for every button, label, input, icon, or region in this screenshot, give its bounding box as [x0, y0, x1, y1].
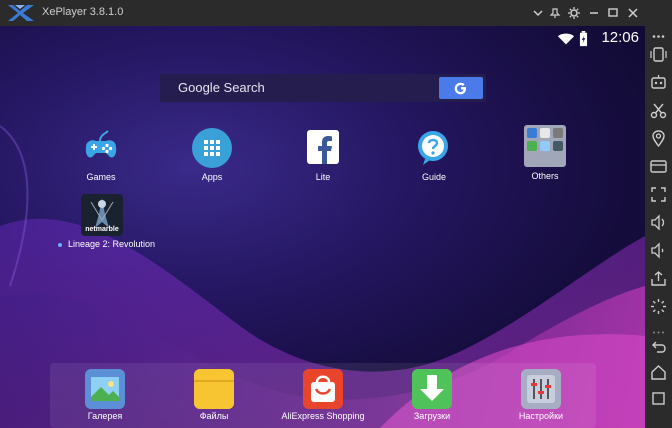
downloads-icon	[412, 369, 452, 409]
folder-icon	[523, 124, 567, 168]
apk-install-icon[interactable]	[648, 156, 669, 177]
dock-gallery[interactable]: Галерея	[60, 369, 150, 421]
separator-dots-icon	[648, 322, 669, 334]
shake-icon[interactable]	[648, 44, 669, 65]
netmarble-icon: netmarble	[81, 194, 123, 236]
gear-icon[interactable]	[566, 5, 582, 21]
volume-up-icon[interactable]	[648, 212, 669, 233]
gallery-icon	[85, 369, 125, 409]
app-apps[interactable]: Apps	[172, 127, 252, 182]
share-upload-icon[interactable]	[648, 268, 669, 289]
dock-label: Настройки	[518, 411, 564, 421]
fullscreen-icon[interactable]	[648, 184, 669, 205]
app-label: Apps	[201, 172, 223, 182]
xeplayer-logo-icon	[6, 4, 36, 22]
minimize-icon[interactable]	[586, 5, 602, 21]
app-games[interactable]: Games	[61, 127, 141, 182]
window-title: XePlayer 3.8.1.0	[42, 6, 124, 18]
keyboard-control-icon[interactable]	[648, 72, 669, 93]
back-icon[interactable]	[648, 336, 669, 357]
gamepad-icon	[80, 127, 122, 169]
maximize-icon[interactable]	[605, 5, 621, 21]
emulator-sidebar	[645, 26, 672, 428]
app-label: Lite	[315, 172, 331, 182]
app-guide[interactable]: Guide	[394, 127, 474, 182]
app-grid-icon	[191, 127, 233, 169]
battery-icon	[579, 31, 588, 47]
help-icon	[413, 127, 455, 169]
dock-label: Галерея	[87, 411, 123, 421]
location-icon[interactable]	[648, 128, 669, 149]
volume-down-icon[interactable]	[648, 240, 669, 261]
app-label: Games	[86, 172, 116, 182]
app-others[interactable]: Others	[505, 124, 585, 181]
dock-aliexpress[interactable]: AliExpress Shopping	[278, 369, 368, 421]
app-lineage2[interactable]: netmarble Lineage 2: Revolution	[58, 194, 155, 249]
settings-icon	[521, 369, 561, 409]
pin-icon[interactable]	[547, 5, 563, 21]
dock-downloads[interactable]: Загрузки	[387, 369, 477, 421]
status-bar: 12:06	[545, 28, 645, 48]
app-lite[interactable]: Lite	[283, 127, 363, 182]
google-search-bar[interactable]: Google Search	[160, 74, 486, 102]
app-label: Others	[531, 171, 559, 181]
new-app-dot	[58, 242, 62, 247]
files-icon	[194, 369, 234, 409]
dock-files[interactable]: Файлы	[169, 369, 259, 421]
home-icon[interactable]	[648, 362, 669, 383]
close-icon[interactable]	[625, 5, 641, 21]
dock: Галерея Файлы AliExpress Shopping Загруз…	[50, 363, 596, 428]
dock-settings[interactable]: Настройки	[496, 369, 586, 421]
screenshot-scissors-icon[interactable]	[648, 100, 669, 121]
title-bar: XePlayer 3.8.1.0	[0, 0, 672, 26]
android-screen: 12:06 Google Search Games Apps Lite Guid…	[0, 26, 645, 428]
facebook-icon	[302, 127, 344, 169]
status-clock: 12:06	[601, 29, 639, 46]
aliexpress-icon	[303, 369, 343, 409]
app-label: Lineage 2: Revolution	[58, 239, 155, 249]
chevron-down-icon[interactable]	[530, 5, 546, 21]
search-placeholder: Google Search	[178, 80, 265, 95]
loading-icon[interactable]	[648, 296, 669, 317]
dock-label: AliExpress Shopping	[281, 411, 365, 421]
app-label-text: Lineage 2: Revolution	[68, 239, 156, 249]
more-icon[interactable]	[648, 26, 669, 38]
recent-apps-icon[interactable]	[648, 388, 669, 409]
dock-label: Загрузки	[413, 411, 451, 421]
google-search-button[interactable]	[439, 77, 483, 99]
google-g-icon	[454, 82, 466, 95]
netmarble-logo-text: netmarble	[85, 226, 119, 233]
wifi-icon	[557, 33, 575, 45]
dock-label: Файлы	[199, 411, 229, 421]
app-label: Guide	[421, 172, 447, 182]
